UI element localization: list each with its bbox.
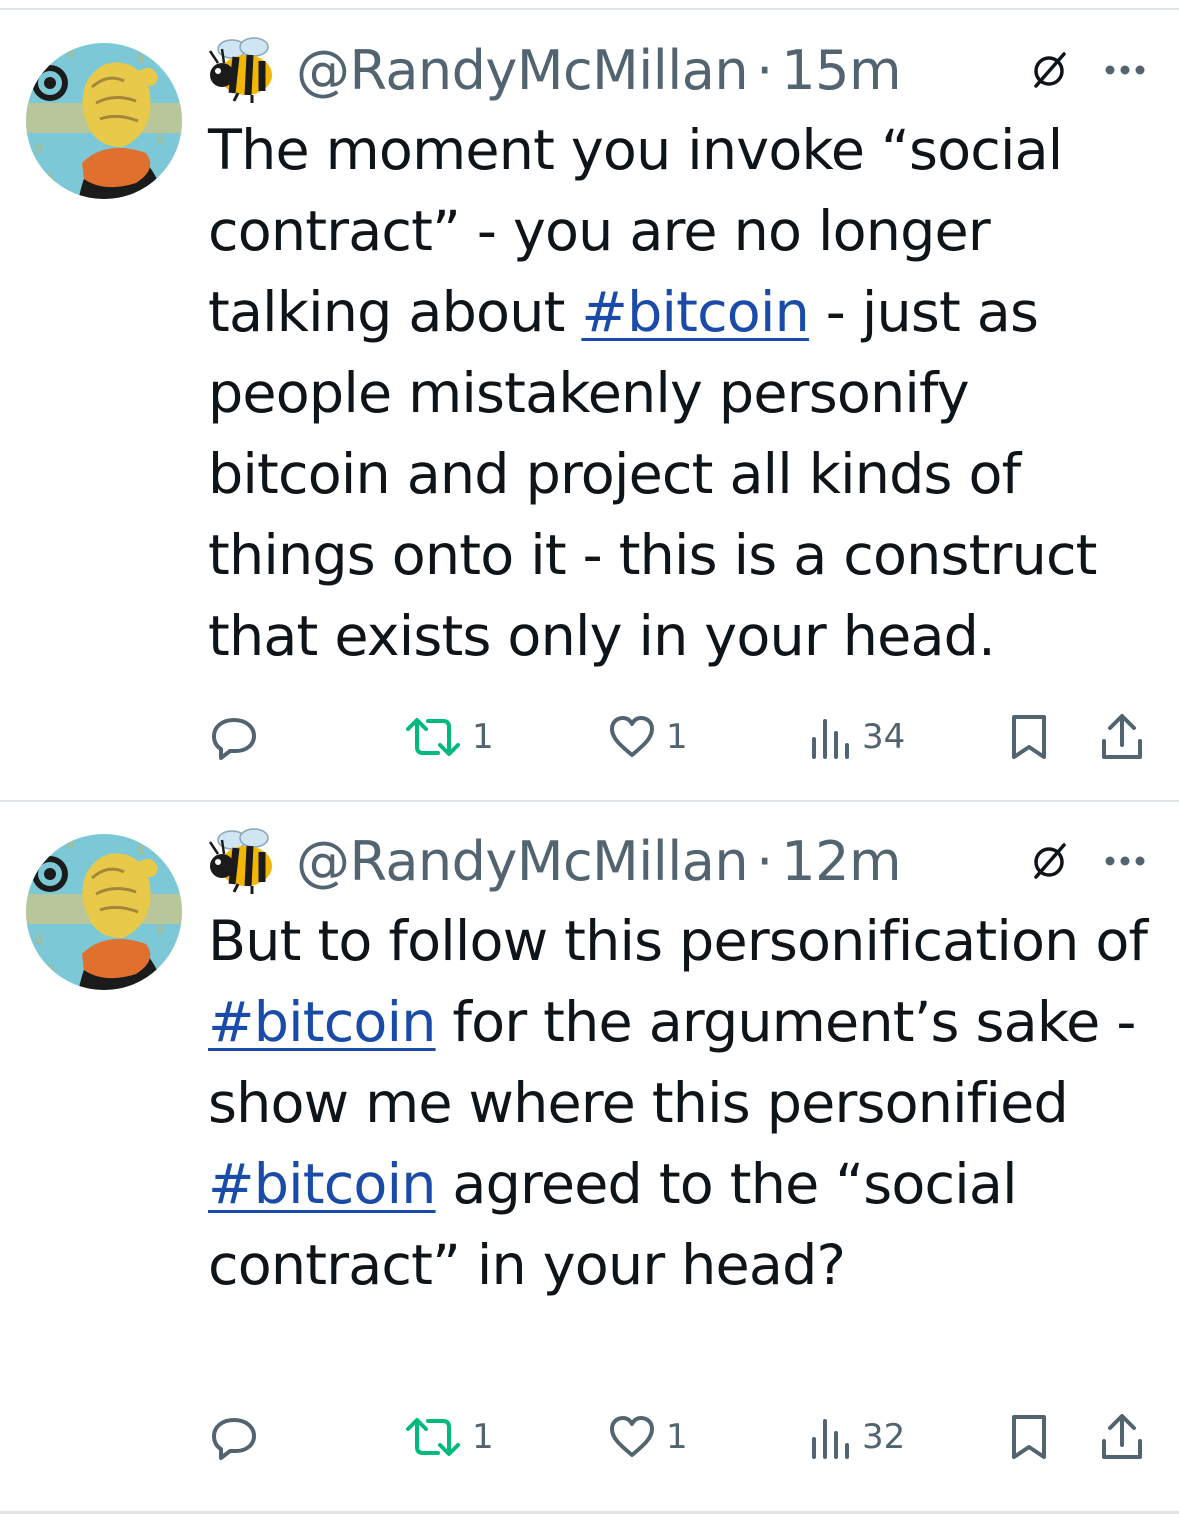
share-icon xyxy=(1102,1414,1142,1459)
svg-text:B: B xyxy=(34,933,42,947)
svg-text:B: B xyxy=(156,923,164,937)
hashtag-link[interactable]: #bitcoin xyxy=(208,1152,436,1217)
share-icon xyxy=(1102,714,1142,759)
reply-button[interactable] xyxy=(208,707,270,767)
more-icon[interactable] xyxy=(1104,63,1146,77)
reply-button[interactable] xyxy=(208,1407,270,1467)
timestamp[interactable]: 12m xyxy=(781,830,901,893)
bookmark-icon xyxy=(1012,715,1046,759)
hashtag-link[interactable]: #bitcoin xyxy=(581,280,809,345)
retweet-icon xyxy=(406,1418,460,1456)
avatar[interactable]: B B B B B B xyxy=(26,834,182,990)
tweet-divider xyxy=(0,800,1179,802)
svg-text:B: B xyxy=(46,172,54,186)
like-button[interactable]: 1 xyxy=(608,1407,688,1467)
more-icon[interactable] xyxy=(1104,854,1146,868)
retweet-icon xyxy=(406,718,460,756)
top-divider xyxy=(0,8,1179,10)
bookmark-button[interactable] xyxy=(1008,707,1050,767)
grok-icon[interactable] xyxy=(1030,50,1070,90)
views-count: 34 xyxy=(862,717,906,757)
retweet-count: 1 xyxy=(472,717,494,757)
hashtag-link[interactable]: #bitcoin xyxy=(208,990,436,1055)
user-handle[interactable]: @RandyMcMillan xyxy=(296,39,749,102)
like-count: 1 xyxy=(666,717,688,757)
bee-icon xyxy=(208,37,272,103)
share-button[interactable] xyxy=(1098,1407,1146,1467)
heart-icon xyxy=(610,1416,654,1457)
bookmark-button[interactable] xyxy=(1008,1407,1050,1467)
timestamp[interactable]: 15m xyxy=(781,39,901,102)
svg-text:B: B xyxy=(156,132,164,146)
views-icon xyxy=(812,719,849,759)
separator-dot: · xyxy=(756,38,774,102)
tweet-header: @RandyMcMillan · 15m xyxy=(208,34,1158,106)
separator-dot: · xyxy=(756,829,774,893)
svg-text:B: B xyxy=(36,843,44,857)
bookmark-icon xyxy=(1012,1415,1046,1459)
like-count: 1 xyxy=(666,1417,688,1457)
reply-icon xyxy=(212,1418,256,1460)
svg-text:B: B xyxy=(136,843,144,857)
user-handle[interactable]: @RandyMcMillan xyxy=(296,830,749,893)
svg-text:B: B xyxy=(46,963,54,977)
views-button[interactable]: 32 xyxy=(808,1407,905,1467)
svg-text:B: B xyxy=(66,837,74,851)
heart-icon xyxy=(610,716,654,757)
retweet-button[interactable]: 1 xyxy=(404,707,494,767)
views-icon xyxy=(812,1419,849,1459)
svg-text:B: B xyxy=(136,52,144,66)
reply-icon xyxy=(212,718,256,760)
grok-icon[interactable] xyxy=(1030,841,1070,881)
retweet-count: 1 xyxy=(472,1417,494,1457)
svg-text:B: B xyxy=(66,46,74,60)
tweet[interactable]: B B B B B B @RandyMcMillan · 12m But to foll… xyxy=(0,803,1179,1511)
bee-icon xyxy=(208,828,272,894)
views-count: 32 xyxy=(862,1417,906,1457)
like-button[interactable]: 1 xyxy=(608,707,688,767)
svg-text:B: B xyxy=(36,52,44,66)
tweet-text: The moment you invoke “social contract” … xyxy=(208,110,1158,677)
avatar[interactable]: B B B B B B xyxy=(26,43,182,199)
retweet-button[interactable]: 1 xyxy=(404,1407,494,1467)
action-bar: 1 1 32 xyxy=(208,1407,1158,1467)
action-bar: 1 1 34 xyxy=(208,707,1158,767)
svg-text:B: B xyxy=(34,142,42,156)
views-button[interactable]: 34 xyxy=(808,707,905,767)
tweet-header: @RandyMcMillan · 12m xyxy=(208,825,1158,897)
share-button[interactable] xyxy=(1098,707,1146,767)
tweet[interactable]: B B B B B B @RandyMcMillan · 15m The moment … xyxy=(0,12,1179,800)
tweet-text: But to follow this personification of #b… xyxy=(208,901,1158,1306)
text-segment: But to follow this personification of xyxy=(208,909,1148,974)
